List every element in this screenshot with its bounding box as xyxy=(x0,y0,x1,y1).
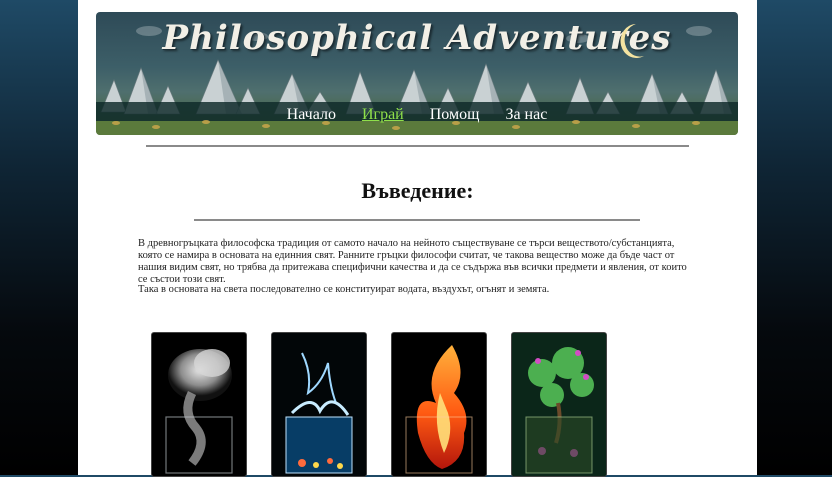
site-banner: Philosophical Adventures Начало Играй По… xyxy=(96,12,738,135)
fire-element-image[interactable] xyxy=(391,332,487,477)
top-divider xyxy=(146,145,689,147)
nav-item-help[interactable]: Помощ xyxy=(430,104,480,126)
earth-element-image[interactable] xyxy=(511,332,607,477)
elements-paragraph: Така в основата на света последователно … xyxy=(138,284,550,295)
nav-item-about[interactable]: За нас xyxy=(505,104,547,126)
moon-icon xyxy=(620,24,644,58)
intro-paragraph: В древногръцката философска традиция от … xyxy=(138,238,687,285)
page-heading: Въведение: xyxy=(361,178,474,203)
nav-item-home[interactable]: Начало xyxy=(287,104,336,126)
main-nav: Начало Играй Помощ За нас xyxy=(96,104,738,126)
page-container: Philosophical Adventures Начало Играй По… xyxy=(78,0,757,477)
nav-item-play[interactable]: Играй xyxy=(362,104,404,126)
air-element-image[interactable] xyxy=(151,332,247,477)
water-element-image[interactable] xyxy=(271,332,367,477)
heading-divider xyxy=(194,219,640,221)
